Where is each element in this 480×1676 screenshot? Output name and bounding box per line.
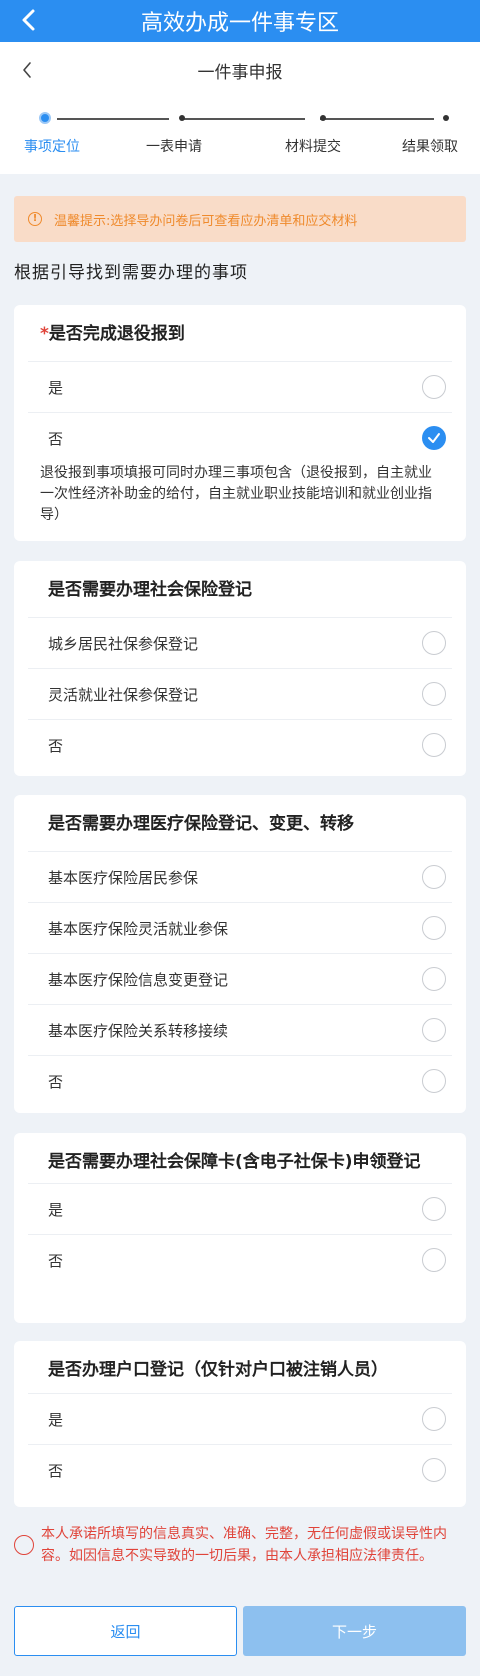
option-label: 基本医疗保险灵活就业参保: [48, 919, 229, 938]
option-row[interactable]: 基本医疗保险居民参保: [28, 851, 452, 902]
option-row[interactable]: 是: [28, 361, 452, 412]
radio-button[interactable]: [422, 967, 446, 991]
option-label: 基本医疗保险关系转移接续: [48, 1021, 229, 1040]
question-title: 是否办理户口登记（仅针对户口被注销人员）: [48, 1360, 388, 1380]
radio-checked-icon[interactable]: [422, 426, 446, 450]
option-label: 否: [48, 1251, 64, 1270]
question-title: 是否需要办理社会保险登记: [48, 580, 252, 600]
option-row[interactable]: 否: [28, 1055, 452, 1106]
option-row[interactable]: 否: [28, 1234, 452, 1285]
step-dot: [443, 115, 449, 121]
option-row[interactable]: 基本医疗保险信息变更登记: [28, 953, 452, 1004]
step-dot: [179, 115, 185, 121]
question-note: 退役报到事项填报可同时办理三事项包含（退役报到，自主就业一次性经济补助金的给付，…: [40, 465, 432, 523]
tip-banner: ! 温馨提示:选择导办问卷后可查看应办清单和应交材料: [14, 196, 466, 242]
option-label: 基本医疗保险信息变更登记: [48, 970, 229, 989]
app-title: 高效办成一件事专区: [140, 11, 339, 36]
option-label: 否: [48, 1461, 64, 1480]
radio-button[interactable]: [422, 682, 446, 706]
next-step-button[interactable]: 下一步: [243, 1606, 466, 1656]
page-header: 一件事申报: [0, 42, 480, 98]
question-card: 是否需要办理医疗保险登记、变更、转移 基本医疗保险居民参保 基本医疗保险灵活就业…: [14, 795, 466, 1113]
step-label-current: 事项定位: [24, 139, 80, 155]
radio-button[interactable]: [422, 1248, 446, 1272]
option-row[interactable]: 否: [28, 412, 452, 463]
step-dot-current: [39, 112, 51, 124]
radio-button[interactable]: [422, 1069, 446, 1093]
option-row[interactable]: 否: [28, 1444, 452, 1495]
step-dot: [320, 115, 326, 121]
step-connector: [57, 118, 169, 120]
question-title: 是否需要办理医疗保险登记、变更、转移: [48, 814, 354, 834]
question-title: 是否需要办理社会保障卡(含电子社保卡)申领登记: [48, 1152, 421, 1172]
radio-button[interactable]: [422, 916, 446, 940]
radio-button[interactable]: [422, 1407, 446, 1431]
option-label: 是: [48, 1410, 64, 1429]
back-arrow-icon[interactable]: [14, 5, 44, 35]
option-row[interactable]: 否: [28, 719, 452, 770]
question-card: 是否需要办理社会保险登记 城乡居民社保参保登记 灵活就业社保参保登记 否: [14, 561, 466, 776]
back-chevron-icon[interactable]: [18, 60, 38, 80]
consent-checkbox[interactable]: [14, 1535, 34, 1555]
option-row[interactable]: 基本医疗保险灵活就业参保: [28, 902, 452, 953]
radio-button[interactable]: [422, 631, 446, 655]
step-label: 一表申请: [146, 139, 202, 155]
step-progress: 事项定位 一表申请 材料提交 结果领取: [0, 98, 480, 174]
option-label: 否: [48, 1072, 64, 1091]
action-bar: 返回 下一步: [14, 1606, 466, 1656]
radio-button[interactable]: [422, 865, 446, 889]
radio-button[interactable]: [422, 1458, 446, 1482]
app-header: 高效办成一件事专区: [0, 0, 480, 42]
step-connector: [184, 118, 305, 120]
step-track: [45, 118, 446, 120]
option-label: 基本医疗保险居民参保: [48, 868, 199, 887]
guide-heading: 根据引导找到需要办理的事项: [14, 263, 248, 283]
option-label: 是: [48, 378, 64, 397]
question-card: *是否完成退役报到 是 否 退役报到事项填报可同时办理三事项包含（退役报到，自主…: [14, 305, 466, 541]
warning-icon: !: [28, 212, 42, 226]
option-label: 是: [48, 1200, 64, 1219]
back-button[interactable]: 返回: [14, 1606, 237, 1656]
consent-text: 本人承诺所填写的信息真实、准确、完整，无任何虚假或误导性内容。如因信息不实导致的…: [41, 1526, 447, 1564]
option-row[interactable]: 是: [28, 1393, 452, 1444]
option-label: 否: [48, 736, 64, 755]
option-row[interactable]: 灵活就业社保参保登记: [28, 668, 452, 719]
required-mark: *: [40, 324, 49, 344]
radio-button[interactable]: [422, 375, 446, 399]
question-card: 是否需要办理社会保障卡(含电子社保卡)申领登记 是 否: [14, 1133, 466, 1323]
radio-button[interactable]: [422, 1018, 446, 1042]
consent-row: 本人承诺所填写的信息真实、准确、完整，无任何虚假或误导性内容。如因信息不实导致的…: [14, 1523, 466, 1567]
radio-button[interactable]: [422, 733, 446, 757]
radio-button[interactable]: [422, 1197, 446, 1221]
question-title: *是否完成退役报到: [28, 305, 452, 361]
step-label: 材料提交: [285, 139, 341, 155]
question-card: 是否办理户口登记（仅针对户口被注销人员） 是 否: [14, 1341, 466, 1507]
option-label: 否: [48, 429, 64, 448]
step-connector: [320, 118, 434, 120]
option-row[interactable]: 城乡居民社保参保登记: [28, 617, 452, 668]
option-label: 灵活就业社保参保登记: [48, 685, 199, 704]
step-label: 结果领取: [402, 139, 458, 155]
tip-text: 温馨提示:选择导办问卷后可查看应办清单和应交材料: [54, 213, 358, 229]
option-row[interactable]: 是: [28, 1183, 452, 1234]
option-label: 城乡居民社保参保登记: [48, 634, 199, 653]
page-title: 一件事申报: [197, 62, 283, 83]
question-title-text: 是否完成退役报到: [48, 324, 185, 344]
option-row[interactable]: 基本医疗保险关系转移接续: [28, 1004, 452, 1055]
